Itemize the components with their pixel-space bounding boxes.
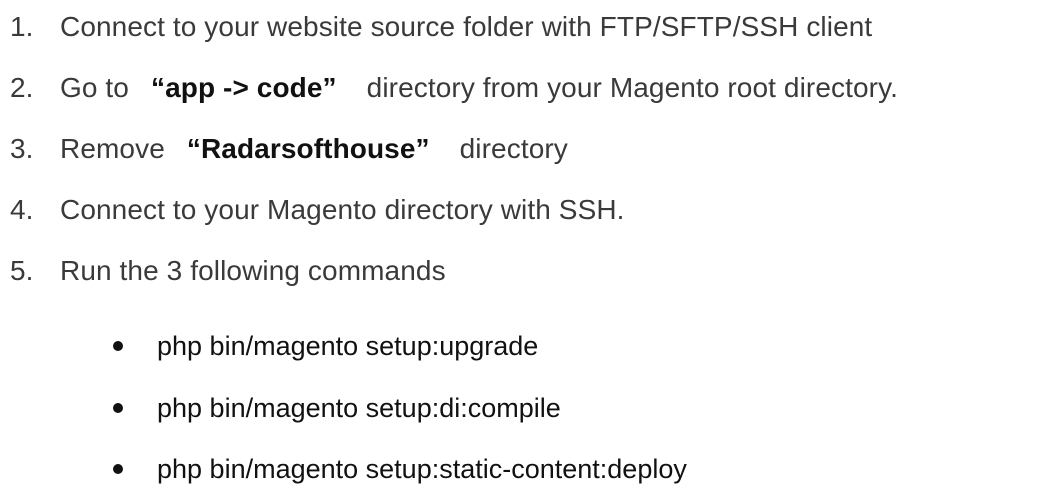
step-number: 3. bbox=[10, 133, 34, 164]
step-text-post: directory from your Magento root directo… bbox=[366, 72, 898, 103]
step-text: Connect to your Magento directory with S… bbox=[60, 194, 625, 225]
step-number: 4. bbox=[10, 194, 34, 225]
directory-path: “app -> code” bbox=[150, 72, 337, 103]
step-5: 5. Run the 3 following commands bbox=[10, 247, 446, 295]
step-1: 1. Connect to your website source folder… bbox=[10, 3, 872, 51]
step-number: 2. bbox=[10, 72, 34, 103]
bullet-icon bbox=[113, 464, 123, 474]
command-text: php bin/magento setup:di:compile bbox=[157, 392, 561, 423]
step-3: 3. Remove “Radarsofthouse” directory bbox=[10, 125, 568, 173]
directory-name: “Radarsofthouse” bbox=[186, 133, 430, 164]
command-item: php bin/magento setup:static-content:dep… bbox=[113, 445, 687, 493]
command-text: php bin/magento setup:static-content:dep… bbox=[157, 453, 687, 484]
bullet-icon bbox=[113, 341, 123, 351]
step-2: 2. Go to “app -> code” directory from yo… bbox=[10, 64, 898, 112]
step-number: 5. bbox=[10, 255, 34, 286]
step-text-post: directory bbox=[459, 133, 568, 164]
step-text-pre: Go to bbox=[60, 72, 129, 103]
command-item: php bin/magento setup:di:compile bbox=[113, 384, 561, 432]
step-4: 4. Connect to your Magento directory wit… bbox=[10, 186, 625, 234]
command-text: php bin/magento setup:upgrade bbox=[157, 330, 539, 361]
bullet-icon bbox=[113, 403, 123, 413]
step-text: Run the 3 following commands bbox=[60, 255, 446, 286]
instructions-document: 1. Connect to your website source folder… bbox=[0, 0, 1049, 494]
command-item: php bin/magento setup:upgrade bbox=[113, 322, 538, 370]
step-number: 1. bbox=[10, 11, 34, 42]
step-text-pre: Remove bbox=[60, 133, 165, 164]
step-text: Connect to your website source folder wi… bbox=[60, 11, 873, 42]
